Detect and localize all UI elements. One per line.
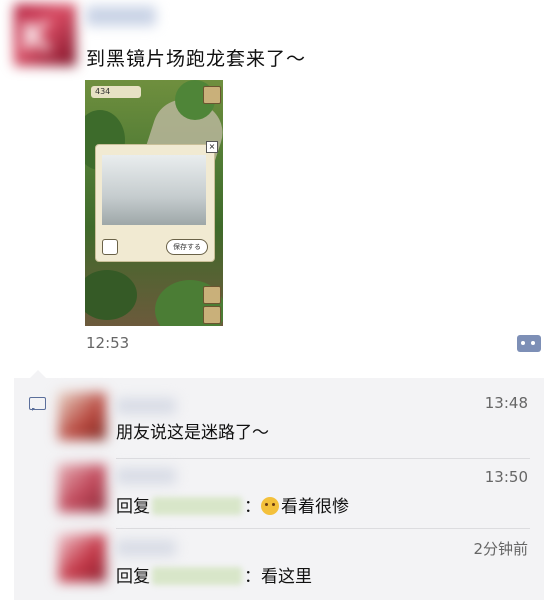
- comment-text: 看这里: [261, 567, 312, 587]
- avatar-letter: K: [20, 14, 51, 60]
- image-close-icon: ×: [206, 141, 218, 153]
- comment-text: 看着很惨: [281, 497, 349, 517]
- comments-arrow: [30, 370, 46, 378]
- image-clover-counter: 434: [91, 86, 141, 98]
- post-image[interactable]: 434 × 保存する: [85, 80, 223, 326]
- more-dot: [531, 341, 535, 345]
- comment-avatar[interactable]: [58, 464, 106, 512]
- post-author-avatar[interactable]: K: [14, 4, 76, 66]
- reply-target-name[interactable]: [152, 567, 242, 585]
- more-dot: [521, 341, 525, 345]
- comment-divider: [116, 528, 530, 529]
- reply-separator: ：: [244, 567, 261, 587]
- post-time: 12:53: [86, 334, 130, 352]
- comment-avatar[interactable]: [58, 392, 106, 440]
- comment-author-name[interactable]: [116, 398, 176, 414]
- comment-time: 13:48: [484, 394, 528, 412]
- reply-separator: ：: [244, 497, 261, 517]
- comment-reply: 回复 ：看这里: [116, 562, 312, 587]
- post-text: 到黑镜片场跑龙套来了～: [86, 48, 307, 70]
- comment-reply: 回复 ： 看着很惨: [116, 492, 349, 517]
- post-more-button[interactable]: [517, 335, 541, 352]
- image-tree: [85, 270, 137, 320]
- grimacing-face-emoji: [261, 497, 279, 515]
- comment-divider: [116, 458, 530, 459]
- comment-author-name[interactable]: [116, 468, 176, 484]
- comment-icon: [29, 397, 46, 411]
- comment-time: 13:50: [484, 468, 528, 486]
- image-share-icon: [102, 239, 118, 255]
- image-menu-icon: [203, 286, 221, 304]
- image-save-button: 保存する: [166, 239, 208, 255]
- image-photo-dialog: × 保存する: [95, 141, 218, 262]
- comment-avatar[interactable]: [58, 534, 106, 582]
- post-author-name[interactable]: [86, 6, 156, 26]
- reply-label: 回复: [116, 567, 150, 587]
- image-bag-icon: [203, 306, 221, 324]
- image-bag-icon: [203, 86, 221, 104]
- comment-text: 朋友说这是迷路了～: [116, 423, 269, 443]
- reply-target-name[interactable]: [152, 497, 242, 515]
- reply-label: 回复: [116, 497, 150, 517]
- comment-time: 2分钟前: [473, 540, 528, 558]
- image-photo: [102, 155, 206, 225]
- comment-author-name[interactable]: [116, 540, 176, 556]
